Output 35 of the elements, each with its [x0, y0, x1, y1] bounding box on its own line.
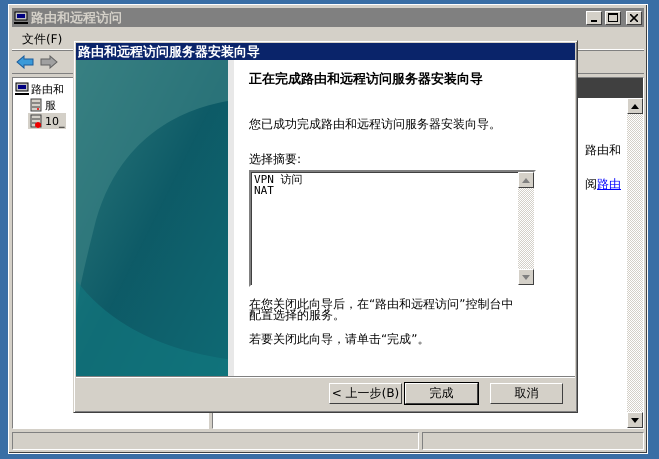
summary-item: NAT	[254, 185, 275, 196]
up-arrow-icon[interactable]	[631, 104, 639, 108]
tree-item[interactable]: 服	[28, 97, 57, 113]
intro-text: 您已成功完成路由和远程访问服务器安装向导。	[249, 118, 502, 131]
computer-icon	[15, 82, 29, 96]
tree-item[interactable]: 10_	[28, 113, 66, 129]
window-title: 路由和远程访问	[31, 10, 123, 26]
close-button[interactable]	[626, 10, 642, 24]
server-icon	[29, 98, 43, 112]
close-hint-text: 若要关闭此向导，请单击“完成”。	[249, 333, 430, 346]
dialog-button[interactable]: 完成	[405, 383, 478, 404]
minimize-icon	[591, 20, 597, 22]
maximize-icon	[608, 13, 618, 22]
note-text: 配置选择的服务。	[249, 310, 346, 321]
maximize-button[interactable]	[605, 10, 621, 24]
dialog-button[interactable]: < 上一步(B)	[329, 383, 402, 404]
note-text: 在您关闭此向导后，在“路由和远程访问”控制台中	[249, 299, 514, 310]
dialog-title: 路由和远程访问服务器安装向导	[76, 43, 575, 60]
wizard-heading: 正在完成路由和远程访问服务器安装向导	[249, 70, 484, 88]
server-icon	[29, 114, 43, 128]
summary-item: VPN 访问	[254, 174, 304, 185]
computer-icon	[14, 10, 28, 24]
back-arrow-icon[interactable]	[16, 55, 34, 69]
summary-label: 选择摘要:	[249, 153, 302, 166]
help-link[interactable]: 路由	[597, 177, 621, 191]
down-arrow-icon[interactable]	[631, 418, 639, 422]
close-icon	[630, 14, 638, 22]
minimize-button[interactable]	[586, 10, 602, 24]
description-text: 阅路由	[585, 176, 621, 193]
tree-item[interactable]: 路由和	[14, 81, 65, 97]
forward-arrow-icon[interactable]	[40, 55, 58, 69]
menu-item[interactable]: 文件(F)	[18, 30, 66, 48]
dialog-button[interactable]: 取消	[490, 383, 563, 404]
scrollbar[interactable]	[627, 98, 643, 428]
description-text: 路由和	[585, 142, 621, 159]
